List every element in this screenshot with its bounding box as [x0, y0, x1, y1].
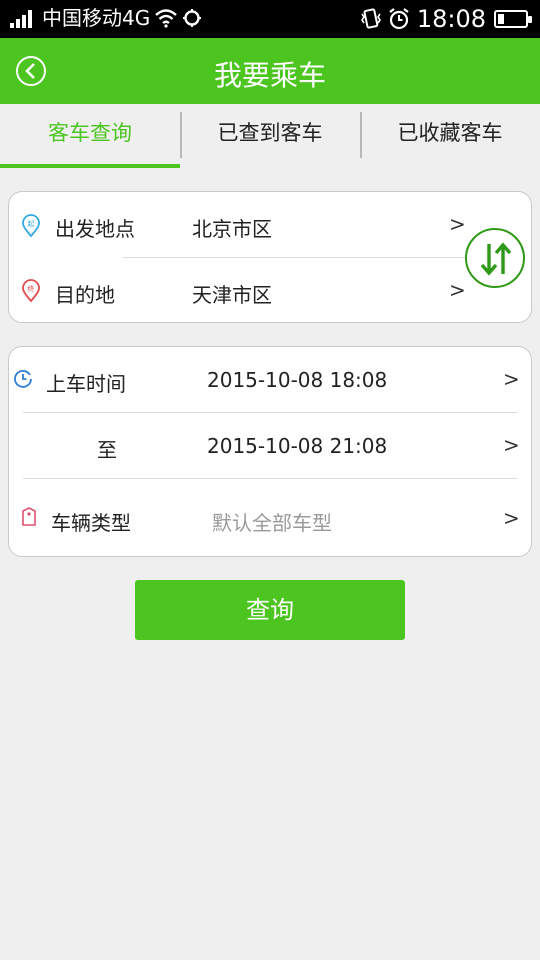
- battery-icon: [494, 10, 532, 28]
- boarding-time-label: 上车时间: [46, 372, 126, 396]
- end-pin-icon: 终: [22, 279, 40, 303]
- tab-saved-buses[interactable]: 已收藏客车: [360, 104, 540, 168]
- departure-row[interactable]: 起 出发地点 北京市区 >: [9, 192, 531, 258]
- tab-found-buses[interactable]: 已查到客车: [180, 104, 360, 168]
- filter-card: 上车时间 2015-10-08 18:08 > 至 2015-10-08 21:…: [8, 346, 532, 557]
- tab-bar: 客车查询 已查到客车 已收藏客车: [0, 104, 540, 168]
- start-pin-icon: 起: [22, 214, 40, 238]
- tag-icon: [22, 507, 36, 526]
- status-bar: 中国移动4G 18:08: [0, 0, 540, 38]
- departure-label: 出发地点: [55, 217, 135, 241]
- wifi-icon: [155, 9, 178, 28]
- departure-value: 北京市区: [192, 217, 272, 241]
- vehicle-type-label: 车辆类型: [51, 511, 131, 535]
- route-card: 起 出发地点 北京市区 > 终 目的地 天津市区 >: [8, 191, 532, 323]
- query-button[interactable]: 查询: [135, 580, 405, 640]
- vehicle-type-value: 默认全部车型: [212, 511, 332, 535]
- location-icon: [183, 9, 202, 27]
- svg-text:终: 终: [28, 284, 35, 293]
- clock-text: 18:08: [416, 5, 486, 33]
- chevron-right-icon: >: [503, 433, 520, 457]
- signal-icon: [10, 8, 34, 28]
- chevron-right-icon: >: [503, 367, 520, 391]
- chevron-right-icon: >: [503, 506, 520, 530]
- page-title: 我要乘车: [213, 59, 326, 92]
- vehicle-type-row[interactable]: 车辆类型 默认全部车型 >: [9, 479, 531, 557]
- clock-icon: [14, 370, 32, 388]
- title-bar: 我要乘车: [0, 38, 540, 104]
- boarding-time-row[interactable]: 上车时间 2015-10-08 18:08 >: [9, 347, 531, 413]
- swap-locations-button[interactable]: [465, 228, 525, 288]
- chevron-right-icon: >: [449, 278, 466, 302]
- destination-value: 天津市区: [192, 283, 272, 307]
- tab-bus-query[interactable]: 客车查询: [0, 104, 180, 168]
- chevron-right-icon: >: [449, 212, 466, 236]
- time-to-value: 2015-10-08 21:08: [207, 434, 388, 458]
- alarm-icon: [389, 8, 409, 30]
- swap-arrows-icon: [480, 242, 512, 276]
- vibrate-icon: [360, 8, 381, 29]
- time-from-value: 2015-10-08 18:08: [207, 368, 388, 392]
- destination-row[interactable]: 终 目的地 天津市区 >: [9, 258, 531, 324]
- to-label: 至: [97, 438, 117, 462]
- carrier-text: 中国移动4G: [42, 6, 151, 30]
- destination-label: 目的地: [55, 283, 115, 307]
- time-to-row[interactable]: 至 2015-10-08 21:08 >: [9, 413, 531, 479]
- svg-text:起: 起: [28, 220, 35, 228]
